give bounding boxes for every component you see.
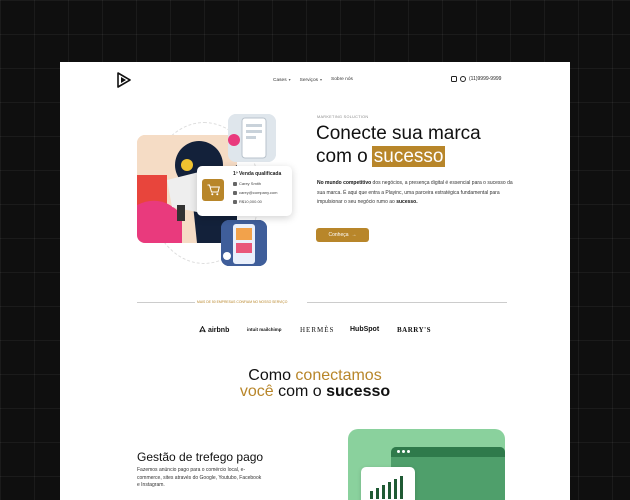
main-nav: Cases ▾ Serviços ▾ Sobre nós xyxy=(273,77,353,83)
lead-email-row: carey@company.com xyxy=(233,190,277,195)
barrys-logo: BARRY'S xyxy=(397,326,431,334)
landing-page: Cases ▾ Serviços ▾ Sobre nós (11)9999-9999 xyxy=(60,62,570,500)
lead-name-row: Carey Smith xyxy=(233,181,261,186)
playinc-logo[interactable] xyxy=(117,72,131,88)
mail-icon xyxy=(233,190,237,195)
user-icon xyxy=(233,181,237,186)
phone-app-image xyxy=(228,114,276,162)
growth-chart-card xyxy=(361,467,415,500)
divider-left xyxy=(137,302,195,303)
lead-value-row: R$10,000.00 xyxy=(233,199,262,204)
section-title-line2: você com o sucesso xyxy=(239,383,391,400)
airbnb-logo: airbnb xyxy=(199,325,229,334)
bar-chart-icon xyxy=(370,476,403,499)
chevron-down-icon: ▾ xyxy=(288,77,291,82)
hero-title-line1: Conecte sua marca xyxy=(316,123,481,144)
instagram-icon[interactable] xyxy=(451,76,457,82)
hero-paragraph: No mundo competitivo dos negócios, a pre… xyxy=(317,180,513,206)
service-title: Gestão de trefego pago xyxy=(137,450,264,464)
hermes-logo: HERMÈS xyxy=(300,326,335,334)
chevron-down-icon: ▾ xyxy=(320,77,323,82)
hero-title-highlight: sucesso xyxy=(371,146,446,167)
nav-item-sobre[interactable]: Sobre nós xyxy=(331,77,353,83)
qualified-sale-card: 1º Venda qualificada Carey Smith carey@c… xyxy=(197,166,292,216)
shopping-cart-icon xyxy=(207,184,220,196)
service-description: Fazemos anúncio pago para o comércio loc… xyxy=(137,467,262,488)
arrow-right-icon: → xyxy=(351,232,357,238)
social-app-image xyxy=(221,220,267,266)
whatsapp-icon[interactable] xyxy=(460,76,466,82)
conheca-button[interactable]: Conheça → xyxy=(316,228,369,242)
client-logos: airbnb intuit mailchimp HERMÈS HubSpot B… xyxy=(60,325,570,340)
hubspot-logo: HubSpot xyxy=(350,326,380,333)
hero-eyebrow: MARKETING SOLUCTION xyxy=(317,115,369,119)
cart-icon-box xyxy=(202,179,224,201)
nav-item-cases[interactable]: Cases ▾ xyxy=(273,77,291,83)
paid-traffic-illustration xyxy=(348,429,505,500)
lead-card-title: 1º Venda qualificada xyxy=(233,171,282,177)
nav-item-servicos[interactable]: Serviços ▾ xyxy=(300,77,322,83)
hero-title-line2: com o sucesso xyxy=(316,146,446,167)
money-icon xyxy=(233,199,237,204)
clients-label: MAIS DE 50 EMPRESAS CONFIAM NO NOSSO SER… xyxy=(197,300,288,304)
phone-number[interactable]: (11)9999-9999 xyxy=(469,76,501,82)
divider-right xyxy=(307,302,507,303)
mailchimp-logo: intuit mailchimp xyxy=(247,327,282,332)
header-contact: (11)9999-9999 xyxy=(451,76,501,82)
